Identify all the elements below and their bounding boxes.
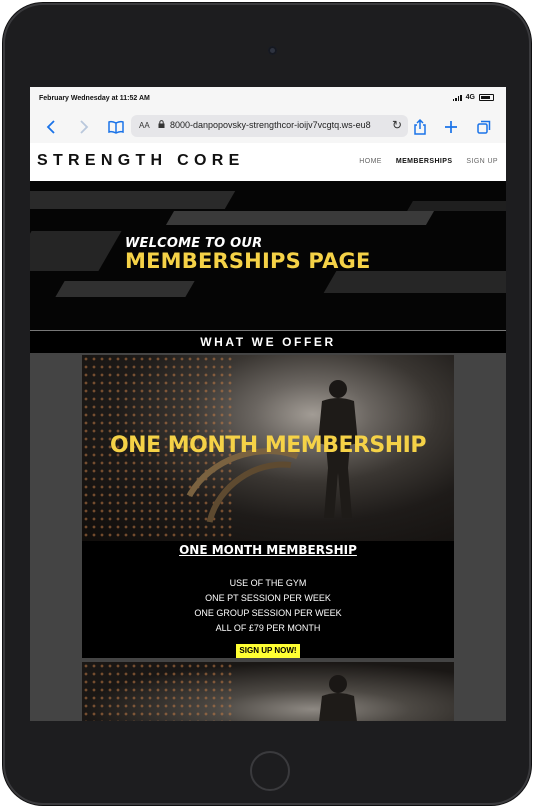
signal-icon [452, 94, 462, 101]
nav-home[interactable]: HOME [359, 158, 382, 165]
tabs-icon[interactable] [475, 118, 493, 136]
hero-banner: WELCOME TO OUR MEMBERSHIPS PAGE [30, 181, 506, 330]
browser-toolbar: AA 8000-danpopovsky-strengthcor-ioijv7vc… [30, 111, 506, 144]
camera-icon [268, 46, 277, 55]
screen: February Wednesday at 11:52 AM 4G AA 800… [30, 87, 506, 721]
feature-list: USE OF THE GYM ONE PT SESSION PER WEEK O… [82, 576, 454, 636]
membership-card-next [82, 662, 454, 721]
url-text: 8000-danpopovsky-strengthcor-ioijv7vcgtq… [170, 120, 371, 130]
dot-pattern [82, 662, 232, 721]
site-logo[interactable]: STRENGTH CORE [37, 152, 245, 170]
nav-sign-up[interactable]: SIGN UP [466, 158, 498, 165]
hero-streak [323, 271, 506, 293]
athlete-silhouette [319, 675, 357, 721]
section-title: WHAT WE OFFER [30, 330, 506, 353]
status-time: February Wednesday at 11:52 AM [39, 95, 150, 102]
reader-aa-button[interactable]: AA [139, 121, 150, 130]
hero-streak [30, 231, 122, 271]
bookmarks-icon[interactable] [107, 118, 125, 136]
membership-photo: ONE MONTH MEMBERSHIP [82, 355, 454, 541]
forward-icon[interactable] [74, 118, 92, 136]
hero-streak [407, 201, 506, 211]
photo-title: ONE MONTH MEMBERSHIP [109, 433, 427, 458]
feature-item: ONE GROUP SESSION PER WEEK [194, 608, 342, 618]
feature-item: ONE PT SESSION PER WEEK [205, 593, 331, 603]
hero-line-2: MEMBERSHIPS PAGE [125, 249, 371, 273]
status-bar: February Wednesday at 11:52 AM 4G [30, 87, 506, 111]
hero-streak [55, 281, 195, 297]
back-icon[interactable] [43, 118, 61, 136]
nav-memberships[interactable]: MEMBERSHIPS [396, 158, 453, 165]
feature-item: USE OF THE GYM [229, 578, 307, 588]
share-icon[interactable] [411, 118, 429, 136]
feature-item: ALL OF £79 PER MONTH [215, 623, 321, 633]
home-button[interactable] [250, 751, 290, 791]
lock-icon [158, 120, 165, 128]
address-bar[interactable]: AA 8000-danpopovsky-strengthcor-ioijv7vc… [131, 115, 408, 137]
site-header: STRENGTH CORE HOME MEMBERSHIPS SIGN UP [30, 143, 506, 181]
hero-streak [165, 211, 435, 225]
hero-streak [30, 191, 236, 209]
reload-icon[interactable]: ↻ [392, 118, 402, 132]
site-nav: HOME MEMBERSHIPS SIGN UP [359, 158, 498, 165]
membership-title: ONE MONTH MEMBERSHIP [179, 543, 357, 557]
new-tab-icon[interactable] [442, 118, 460, 136]
membership-card: ONE MONTH MEMBERSHIP ONE MONTH MEMBERSHI… [82, 355, 454, 658]
sign-up-now-button[interactable]: SIGN UP NOW! [236, 644, 300, 658]
battery-icon [479, 94, 494, 101]
network-label: 4G [465, 94, 475, 101]
